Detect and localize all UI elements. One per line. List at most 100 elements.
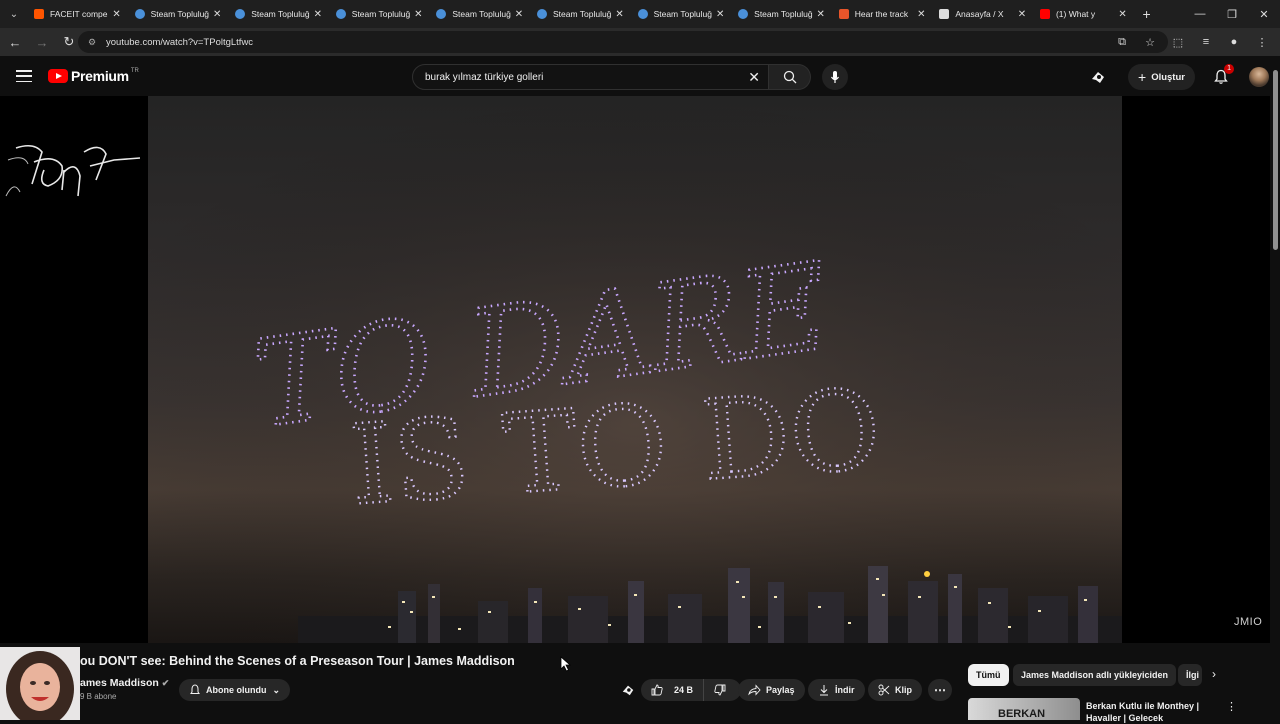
more-horizontal-icon: ⋯	[934, 683, 946, 697]
dislike-button[interactable]	[704, 679, 741, 701]
recommended-more-icon[interactable]: ⋮	[1226, 700, 1237, 713]
header-actions: + Oluştur 1	[1090, 64, 1269, 90]
close-tab-icon[interactable]: ✕	[614, 9, 626, 20]
notifications-button[interactable]: 1	[1211, 64, 1234, 87]
thumbs-up-icon	[651, 684, 663, 696]
clip-button[interactable]: Klip	[868, 679, 922, 701]
browser-actions: ⧉ ☆ ⬚ ≡ ● ⋮	[1110, 31, 1274, 53]
browser-tab-steam[interactable]: Steam Topluluğ ✕	[732, 0, 833, 28]
share-button[interactable]: Paylaş	[738, 679, 805, 701]
clip-label: Klip	[895, 685, 912, 695]
page-scrollbar[interactable]	[1270, 60, 1280, 720]
faceit-icon	[34, 9, 44, 19]
webcam-overlay	[0, 647, 80, 720]
extensions-icon[interactable]: ⬚	[1166, 31, 1190, 53]
create-button[interactable]: + Oluştur	[1128, 64, 1195, 90]
back-button[interactable]: ←	[3, 30, 27, 54]
minimize-icon[interactable]: —	[1184, 0, 1216, 28]
site-info-icon[interactable]: ⚙	[88, 37, 100, 48]
scissors-icon	[878, 684, 890, 696]
browser-tab-bar: ⌄ FACEIT compe ✕ Steam Topluluğ ✕ Steam Topl…	[0, 0, 1280, 28]
steam-icon	[436, 9, 447, 19]
subscribed-label: Abone olundu	[206, 685, 267, 695]
browser-tab-steam[interactable]: Steam Topluluğ ✕	[229, 0, 330, 28]
scrollbar-thumb[interactable]	[1273, 70, 1278, 250]
chip-related[interactable]: İlgi	[1178, 664, 1202, 686]
chips-next-icon[interactable]: ›	[1212, 667, 1216, 681]
browser-tab-faceit[interactable]: FACEIT compe ✕	[28, 0, 129, 28]
music-icon	[838, 9, 849, 19]
youtube-play-icon	[48, 69, 68, 83]
like-button[interactable]: 24 B	[641, 679, 705, 701]
close-tab-icon[interactable]: ✕	[915, 9, 927, 20]
tab-title: Hear the track	[854, 9, 909, 19]
clear-search-icon[interactable]: ✕	[748, 69, 760, 86]
cast-icon[interactable]: ⧉	[1110, 31, 1134, 53]
browser-tab-steam[interactable]: Steam Topluluğ ✕	[430, 0, 531, 28]
channel-watermark: JMIO	[1234, 616, 1263, 628]
close-tab-icon[interactable]: ✕	[412, 9, 424, 20]
download-button[interactable]: İndir	[808, 679, 865, 701]
browser-menu-icon[interactable]: ⋮	[1250, 31, 1274, 53]
video-title: ou DON'T see: Behind the Scenes of a Pre…	[80, 654, 515, 668]
bookmark-star-icon[interactable]: ☆	[1138, 31, 1162, 53]
webcam-person-image	[0, 647, 80, 720]
region-code: TR	[130, 68, 139, 74]
search-button[interactable]	[769, 64, 811, 90]
search-input[interactable]: burak yılmaz türkiye golleri ✕	[412, 64, 769, 90]
close-tab-icon[interactable]: ✕	[312, 9, 324, 20]
forward-button[interactable]: →	[30, 30, 54, 54]
close-tab-icon[interactable]: ✕	[111, 9, 123, 20]
browser-tab-steam[interactable]: Steam Topluluğ ✕	[330, 0, 431, 28]
browser-tab-x[interactable]: Anasayfa / X ✕	[933, 0, 1034, 28]
tab-title: (1) What y	[1055, 9, 1096, 19]
mouse-cursor-icon	[560, 656, 572, 672]
plus-icon: +	[1138, 69, 1147, 85]
media-control-icon[interactable]: ≡	[1194, 31, 1218, 53]
recommended-title[interactable]: Berkan Kutlu ile Monthey | Havaller | Ge…	[1086, 700, 1216, 724]
share-label: Paylaş	[766, 685, 795, 695]
subscribed-button[interactable]: Abone olundu ⌄	[179, 679, 291, 701]
browser-tab-music[interactable]: Hear the track ✕	[833, 0, 934, 28]
profile-avatar-icon[interactable]: ●	[1222, 31, 1246, 53]
close-tab-icon[interactable]: ✕	[714, 9, 726, 20]
close-tab-icon[interactable]: ✕	[211, 9, 223, 20]
new-tab-button[interactable]: +	[1135, 6, 1159, 22]
steam-icon	[738, 9, 749, 19]
more-actions-button[interactable]: ⋯	[928, 679, 952, 701]
channel-name[interactable]: ames Maddison ✔	[80, 677, 169, 689]
steam-icon	[637, 9, 648, 19]
tab-title: Steam Topluluğ	[653, 9, 712, 19]
browser-tab-steam[interactable]: Steam Topluluğ ✕	[531, 0, 632, 28]
chip-from-uploader[interactable]: James Maddison adlı yükleyiciden	[1013, 664, 1177, 686]
recommended-thumbnail[interactable]: BERKAN	[968, 698, 1080, 720]
account-avatar[interactable]	[1248, 67, 1269, 87]
steam-icon	[536, 9, 547, 19]
tab-title: Steam Topluluğ	[754, 9, 813, 19]
restore-icon[interactable]: ❐	[1216, 0, 1248, 28]
close-tab-icon[interactable]: ✕	[815, 9, 827, 20]
search-bar: burak yılmaz türkiye golleri ✕	[412, 64, 811, 90]
youtube-premium-logo[interactable]: Premium TR	[48, 68, 139, 84]
tab-title: Steam Topluluğ	[552, 9, 612, 19]
url-field[interactable]: ⚙ youtube.com/watch?v=TPoltgLtfwc	[78, 31, 1168, 53]
microphone-icon	[831, 71, 839, 83]
close-tab-icon[interactable]: ✕	[1016, 9, 1028, 20]
chip-all[interactable]: Tümü	[968, 664, 1009, 686]
browser-tab-steam[interactable]: Steam Topluluğ ✕	[129, 0, 230, 28]
close-tab-icon[interactable]: ✕	[513, 9, 525, 20]
close-window-icon[interactable]: ✕	[1248, 0, 1280, 28]
address-bar-row: ← → ↻ ⚙ youtube.com/watch?v=TPoltgLtfwc …	[0, 28, 1280, 56]
close-tab-icon[interactable]: ✕	[1117, 9, 1129, 20]
channel-name-text: ames Maddison	[80, 677, 159, 689]
video-player[interactable]: TO DARE IS TO DO JMIO	[0, 96, 1280, 643]
drone-show-scene: TO DARE IS TO DO	[148, 96, 1122, 643]
search-query: burak yılmaz türkiye golleri	[425, 71, 544, 83]
voice-search-button[interactable]	[822, 64, 848, 90]
tab-search-button[interactable]: ⌄	[0, 0, 28, 28]
menu-icon[interactable]	[14, 67, 34, 85]
premium-sparkle-icon	[622, 685, 634, 696]
browser-tab-steam[interactable]: Steam Topluluğ ✕	[632, 0, 733, 28]
premium-sparkle-icon[interactable]	[1090, 69, 1106, 85]
browser-tab-youtube[interactable]: (1) What y ✕	[1034, 0, 1135, 28]
